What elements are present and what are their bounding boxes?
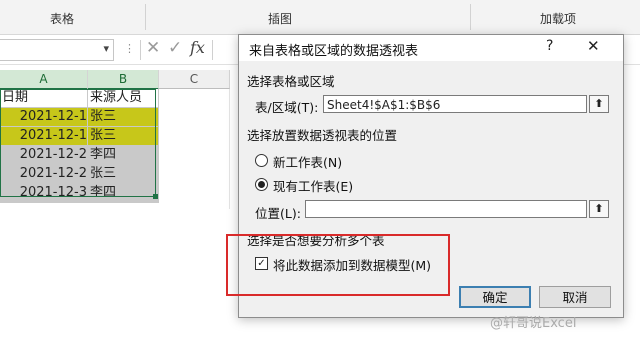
radio-new-worksheet-label[interactable]: 新工作表(N) [273, 152, 342, 171]
section-placement: 选择放置数据透视表的位置 [247, 128, 398, 143]
pivot-table-dialog: 来自表格或区域的数据透视表 ? ✕ 选择表格或区域 表/区域(T): Sheet… [238, 34, 624, 318]
ok-button[interactable]: 确定 [459, 286, 531, 308]
cell-a4[interactable]: 2021-12-2 [0, 146, 88, 165]
insert-function-button[interactable]: fx [190, 38, 205, 57]
enter-icon[interactable]: ✓ [168, 38, 182, 58]
dialog-title-bar: 来自表格或区域的数据透视表 ? ✕ [239, 35, 623, 61]
chevron-down-icon[interactable]: ▾ [103, 42, 109, 55]
ribbon-separator [470, 4, 471, 30]
section-select-range: 选择表格或区域 [247, 74, 335, 89]
divider [212, 40, 213, 60]
ribbon-separator [145, 4, 146, 30]
cell-a3[interactable]: 2021-12-1 [0, 127, 88, 146]
more-icon: ⋮ [124, 42, 135, 55]
ribbon-group-illustrations: 插图 [268, 12, 293, 26]
ribbon-group-addins: 加载项 [540, 12, 577, 26]
location-label: 位置(L): [255, 206, 301, 221]
cell-b3[interactable]: 张三 [88, 127, 159, 146]
collapse-range-icon[interactable]: ⬆ [589, 95, 609, 113]
cell-a5[interactable]: 2021-12-2 [0, 165, 88, 184]
cancel-button[interactable]: 取消 [539, 286, 611, 308]
ribbon-group-tables: 表格 [50, 12, 75, 26]
gridline [229, 89, 230, 209]
data-model-checkbox[interactable]: ✓ [255, 257, 268, 270]
data-model-checkbox-label[interactable]: 将此数据添加到数据模型(M) [273, 255, 431, 274]
collapse-location-icon[interactable]: ⬆ [589, 200, 609, 218]
section-multiple-tables: 选择是否想要分析多个表 [247, 233, 385, 248]
cancel-icon[interactable]: ✕ [146, 38, 160, 58]
watermark: @轩哥说Excel [490, 316, 577, 331]
range-label: 表/区域(T): [255, 100, 319, 115]
column-header-a[interactable]: A [0, 70, 88, 90]
cell-a6[interactable]: 2021-12-3 [0, 184, 88, 203]
fill-handle[interactable] [153, 194, 158, 199]
cell-b5[interactable]: 张三 [88, 165, 159, 184]
radio-new-worksheet[interactable] [255, 154, 268, 167]
dialog-title: 来自表格或区域的数据透视表 [249, 44, 419, 59]
radio-existing-worksheet[interactable] [255, 178, 268, 191]
cell-b2[interactable]: 张三 [88, 108, 159, 127]
range-input[interactable]: Sheet4!$A$1:$B$6 [323, 95, 587, 113]
cell-a1[interactable]: 日期 [0, 89, 88, 108]
radio-existing-worksheet-label[interactable]: 现有工作表(E) [273, 176, 353, 195]
cell-b6[interactable]: 李四 [88, 184, 159, 203]
cell-b1[interactable]: 来源人员 [88, 89, 159, 108]
column-header-b[interactable]: B [88, 70, 159, 90]
location-input[interactable] [305, 200, 587, 218]
divider [140, 40, 141, 60]
close-icon[interactable]: ✕ [587, 37, 600, 55]
help-icon[interactable]: ? [546, 38, 553, 54]
cell-b4[interactable]: 李四 [88, 146, 159, 165]
name-box[interactable]: ▾ [0, 39, 114, 61]
cell-a2[interactable]: 2021-12-1 [0, 108, 88, 127]
column-header-c[interactable]: C [159, 70, 230, 89]
ribbon: 表格 插图 加载项 [0, 0, 640, 35]
